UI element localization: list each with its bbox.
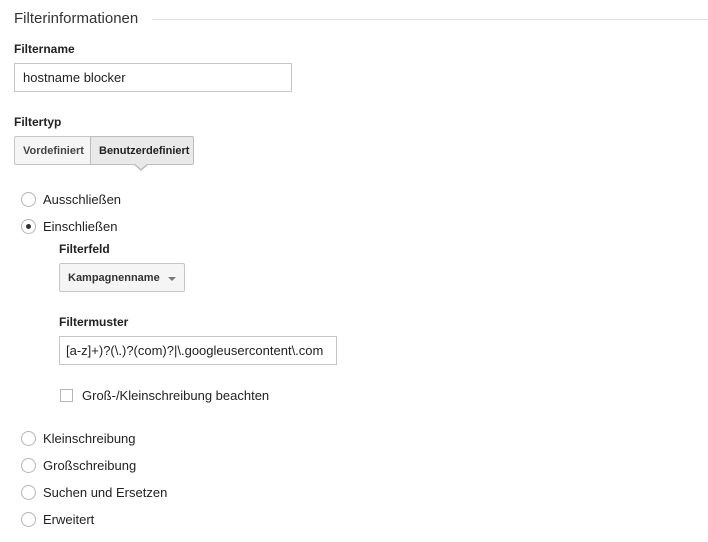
case-sensitive-checkbox-row[interactable]: Groß-/Kleinschreibung beachten — [60, 387, 270, 403]
radio-uppercase-label: Großschreibung — [43, 457, 137, 473]
radio-advanced[interactable]: Erweitert — [21, 511, 94, 527]
section-header: Filterinformationen — [14, 8, 708, 28]
filter-name-label: Filtername — [14, 42, 75, 56]
radio-exclude-circle[interactable] — [21, 191, 36, 207]
filter-settings-page: Filterinformationen Filtername Filtertyp… — [0, 0, 708, 542]
radio-exclude[interactable]: Ausschließen — [21, 191, 121, 207]
radio-uppercase[interactable]: Großschreibung — [21, 457, 136, 473]
filter-name-input[interactable] — [14, 63, 292, 92]
section-divider — [152, 18, 708, 20]
radio-advanced-circle[interactable] — [21, 511, 36, 527]
filter-type-selector: Vordefiniert Benutzerdefiniert — [14, 136, 194, 165]
filter-field-label: Filterfeld — [59, 242, 110, 256]
radio-lowercase-circle[interactable] — [21, 430, 36, 446]
filter-pattern-input[interactable] — [59, 336, 337, 365]
case-sensitive-label: Groß-/Kleinschreibung beachten — [82, 387, 270, 403]
radio-search-replace[interactable]: Suchen und Ersetzen — [21, 484, 167, 500]
filter-type-label: Filtertyp — [14, 115, 62, 129]
radio-advanced-label: Erweitert — [43, 511, 95, 527]
section-title: Filterinformationen — [14, 9, 139, 27]
tab-custom[interactable]: Benutzerdefiniert — [90, 136, 194, 165]
radio-include-label: Einschließen — [43, 218, 118, 234]
caret-down-icon — [168, 276, 176, 281]
filter-pattern-label: Filtermuster — [59, 315, 129, 329]
tab-predefined[interactable]: Vordefiniert — [14, 136, 91, 165]
filter-field-dropdown[interactable]: Kampagnenname — [59, 263, 185, 292]
case-sensitive-checkbox[interactable] — [60, 388, 73, 402]
radio-lowercase[interactable]: Kleinschreibung — [21, 430, 136, 446]
radio-search-replace-label: Suchen und Ersetzen — [43, 484, 168, 500]
selected-tab-pointer — [133, 163, 149, 171]
radio-search-replace-circle[interactable] — [21, 484, 36, 500]
radio-exclude-label: Ausschließen — [43, 191, 122, 207]
radio-lowercase-label: Kleinschreibung — [43, 430, 136, 446]
radio-include-circle[interactable] — [21, 218, 36, 234]
filter-field-value: Kampagnenname — [68, 271, 160, 284]
radio-uppercase-circle[interactable] — [21, 457, 36, 473]
radio-include[interactable]: Einschließen — [21, 218, 117, 234]
